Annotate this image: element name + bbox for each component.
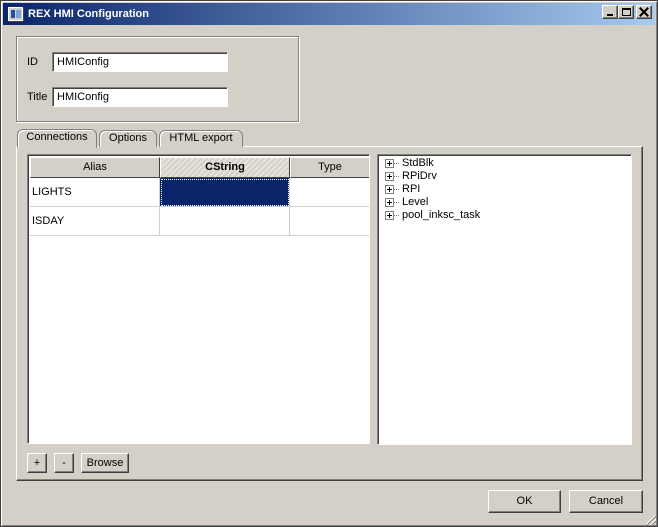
tree-item-label: StdBlk — [402, 157, 434, 169]
tree-item-label: RPiDrv — [402, 170, 437, 182]
identity-groupbox — [16, 36, 299, 122]
tree-item-label: RPI — [402, 183, 421, 195]
tree-item-label: Level — [402, 196, 429, 208]
cancel-button[interactable]: Cancel — [569, 490, 643, 513]
expand-plus-icon[interactable] — [385, 198, 394, 207]
maximize-button[interactable] — [618, 5, 634, 19]
cell-alias[interactable]: LIGHTS — [30, 178, 160, 207]
column-header-cstring[interactable]: CString — [160, 157, 290, 178]
id-label: ID — [27, 56, 38, 68]
connections-table[interactable]: Alias CString Type LIGHTS ISDAY — [27, 154, 370, 444]
tree-item-label: pool_inksc_task — [402, 209, 481, 221]
tree-connector — [394, 202, 399, 203]
tree-connector — [394, 215, 399, 216]
expand-plus-icon[interactable] — [385, 172, 394, 181]
minimize-icon — [607, 14, 613, 16]
tree-connector — [394, 176, 399, 177]
add-row-button[interactable]: + — [27, 453, 47, 473]
resize-grip[interactable] — [646, 515, 656, 525]
ok-button[interactable]: OK — [488, 490, 561, 513]
cell-type[interactable] — [290, 207, 369, 236]
column-header-alias[interactable]: Alias — [30, 157, 160, 178]
tree-connector — [394, 163, 399, 164]
title-label: Title — [27, 91, 48, 103]
minimize-button[interactable] — [602, 5, 618, 19]
close-button[interactable] — [636, 5, 652, 19]
maximize-icon — [622, 8, 631, 16]
column-header-type[interactable]: Type — [290, 157, 369, 178]
close-icon — [639, 7, 649, 17]
dialog-window: REX HMI Configuration ID Title Connectio… — [0, 0, 658, 527]
table-row[interactable]: ISDAY — [30, 207, 369, 236]
cell-cstring-selected[interactable] — [160, 178, 290, 207]
cell-cstring[interactable] — [160, 207, 290, 236]
app-icon — [8, 7, 23, 21]
id-field[interactable] — [52, 52, 228, 72]
tree-connector — [394, 189, 399, 190]
expand-plus-icon[interactable] — [385, 185, 394, 194]
tab-connections[interactable]: Connections — [17, 129, 97, 148]
tab-html-export[interactable]: HTML export — [159, 130, 243, 147]
expand-plus-icon[interactable] — [385, 159, 394, 168]
cell-type[interactable] — [290, 178, 369, 207]
window-title: REX HMI Configuration — [28, 8, 149, 20]
tab-options[interactable]: Options — [99, 130, 157, 147]
title-field[interactable] — [52, 87, 228, 107]
expand-plus-icon[interactable] — [385, 211, 394, 220]
title-bar[interactable]: REX HMI Configuration — [3, 3, 655, 25]
browse-button[interactable]: Browse — [81, 453, 129, 473]
table-row[interactable]: LIGHTS — [30, 178, 369, 207]
cell-alias[interactable]: ISDAY — [30, 207, 160, 236]
remove-row-button[interactable]: - — [54, 453, 74, 473]
